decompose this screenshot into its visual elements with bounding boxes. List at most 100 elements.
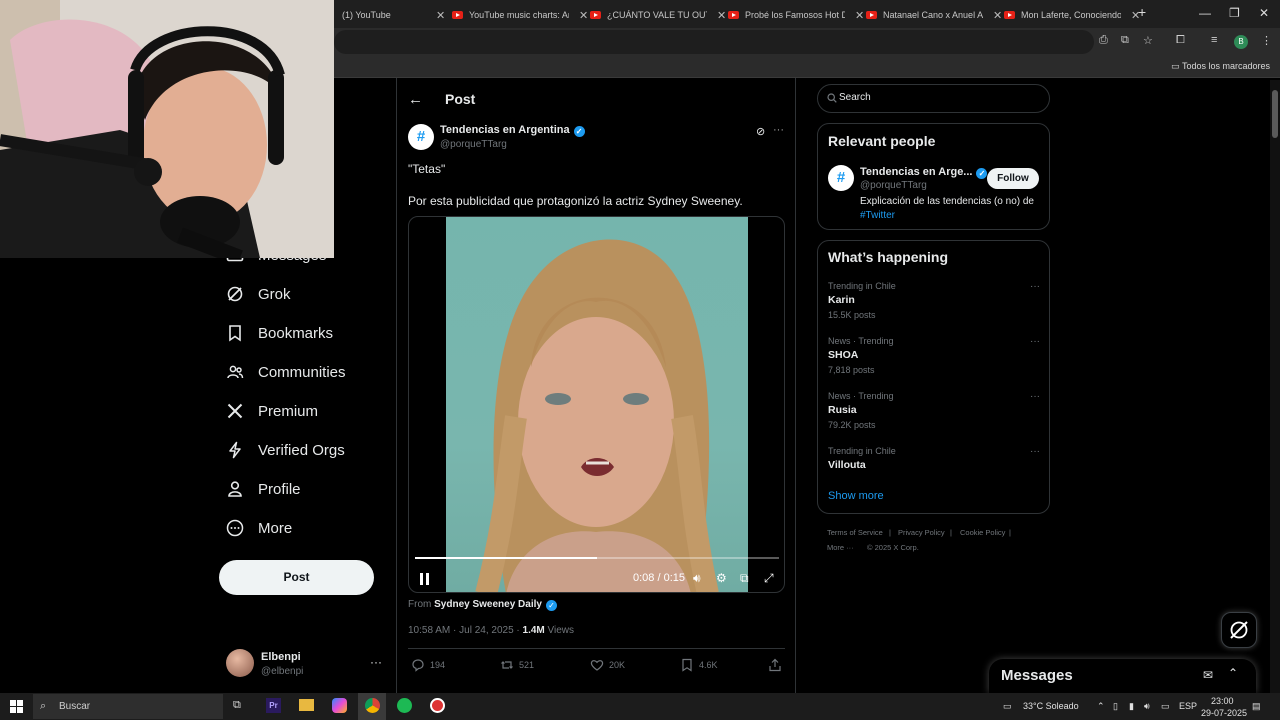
window-close-icon[interactable]: ✕ — [1259, 6, 1269, 20]
task-view-icon[interactable]: ⧉ — [233, 699, 241, 712]
author-handle[interactable]: @porqueTTarg — [440, 139, 507, 150]
trend-item[interactable]: Trending in Chile Karin 15.5K posts ··· — [828, 281, 1040, 320]
notifications-icon[interactable]: ▤ — [1252, 701, 1261, 712]
volume-icon[interactable]: 🔊︎ — [1144, 701, 1150, 712]
browser-tab[interactable]: ¿CUÁNTO VALE TU OUTF ✕ — [582, 4, 734, 26]
video-frame — [446, 217, 748, 592]
weather-icon[interactable]: ▭ — [1003, 701, 1012, 712]
restore-icon[interactable]: ❐ — [1229, 6, 1240, 20]
trend-name: Villouta — [828, 459, 866, 471]
nav-item-profile[interactable]: Profile — [226, 480, 301, 498]
terms-link[interactable]: Terms of Service — [827, 528, 883, 537]
post-text: Por esta publicidad que protagonizó la a… — [408, 194, 743, 208]
menu-kebab-icon[interactable]: ⋮ — [1261, 34, 1272, 47]
premiere-icon[interactable]: Pr — [266, 698, 281, 713]
fullscreen-icon[interactable]: ⤢ — [764, 571, 774, 586]
address-bar[interactable] — [334, 30, 1094, 54]
scrollbar-thumb[interactable] — [1272, 90, 1278, 138]
nav-item-grok[interactable]: Grok — [226, 285, 291, 303]
translate-icon[interactable]: ⧉ — [1121, 34, 1129, 47]
follow-button[interactable]: Follow — [987, 168, 1039, 189]
trend-more-icon[interactable]: ··· — [1030, 391, 1040, 402]
post-timestamp[interactable]: 10:58 AM · Jul 24, 2025 · — [408, 625, 520, 636]
trend-item[interactable]: News · Trending Rusia 79.2K posts ··· — [828, 391, 1040, 430]
language-indicator[interactable]: ESP — [1179, 701, 1197, 711]
reply-button[interactable]: 194 — [411, 658, 445, 672]
relevant-person-avatar[interactable]: # — [828, 165, 854, 191]
volume-icon[interactable]: 🔊︎ — [693, 571, 701, 586]
pause-icon[interactable] — [419, 573, 431, 585]
windows-start-icon[interactable] — [10, 700, 23, 713]
back-arrow-icon[interactable]: ← — [408, 91, 423, 108]
privacy-link[interactable]: Privacy Policy — [898, 528, 945, 537]
compose-post-button[interactable]: Post — [219, 560, 374, 595]
expand-up-icon[interactable]: ⌃ — [1228, 666, 1238, 680]
copilot-icon[interactable] — [332, 698, 347, 713]
author-name[interactable]: Tendencias en Argentina ✓ — [440, 124, 585, 137]
browser-tab[interactable]: Mon Laferte, Conociendo ✕ — [996, 4, 1148, 26]
verified-badge-icon: ✓ — [573, 126, 585, 137]
tab-label: YouTube music charts: Ar — [469, 10, 569, 20]
video-image — [475, 239, 719, 592]
trend-item[interactable]: Trending in Chile Villouta ··· — [828, 446, 1040, 475]
device-icon[interactable]: ▯ — [1113, 701, 1118, 712]
new-message-icon[interactable]: ✉ — [1203, 668, 1213, 682]
star-icon[interactable]: ☆ — [1143, 34, 1153, 47]
author-avatar[interactable]: # — [408, 124, 434, 150]
minimize-icon[interactable]: — — [1199, 6, 1211, 20]
grok-explain-icon[interactable]: ⊘ — [756, 125, 765, 138]
obs-icon[interactable] — [430, 698, 445, 713]
settings-gear-icon[interactable]: ⚙ — [716, 571, 727, 585]
install-icon[interactable]: ⎙ — [1099, 34, 1108, 47]
nav-item-verified-orgs[interactable]: Verified Orgs — [226, 441, 345, 459]
all-bookmarks[interactable]: ▭ Todos los marcadores — [1171, 61, 1270, 72]
avatar[interactable] — [226, 649, 254, 677]
footer-more-link[interactable]: More ··· — [827, 543, 854, 552]
picture-in-picture-icon[interactable]: ⧉ — [740, 571, 749, 586]
source-account-link[interactable]: Sydney Sweeney Daily — [434, 599, 542, 610]
video-progress-bar[interactable] — [415, 557, 779, 559]
like-button[interactable]: 20K — [590, 658, 625, 672]
spotify-icon[interactable] — [397, 698, 412, 713]
nav-item-communities[interactable]: Communities — [226, 363, 346, 381]
new-tab-icon[interactable]: + — [1138, 4, 1146, 20]
weather-text[interactable]: 33°C Soleado — [1023, 701, 1079, 711]
nav-item-premium[interactable]: Premium — [226, 402, 318, 420]
nav-item-more[interactable]: More — [226, 519, 292, 537]
media-icon[interactable]: ≡ — [1211, 34, 1217, 46]
hashtag-link[interactable]: #Twitter — [860, 210, 895, 221]
video-player[interactable]: 0:08 / 0:15 🔊︎ ⚙ ⧉ ⤢ — [408, 216, 785, 593]
relevant-person-name[interactable]: Tendencias en Arge... ✓ — [860, 166, 988, 179]
browser-tab[interactable]: Natanael Cano x Anuel A ✕ — [858, 4, 1010, 26]
cookie-link[interactable]: Cookie Policy — [960, 528, 1005, 537]
repost-button[interactable]: 521 — [500, 658, 534, 672]
trend-more-icon[interactable]: ··· — [1030, 281, 1040, 292]
trend-more-icon[interactable]: ··· — [1030, 446, 1040, 457]
browser-tab[interactable]: (1) YouTube ✕ — [334, 4, 453, 26]
post-metadata: 10:58 AM · Jul 24, 2025 · 1.4M Views — [408, 625, 574, 636]
post-more-icon[interactable]: ··· — [773, 124, 784, 136]
repost-icon — [501, 661, 513, 669]
browser-tab[interactable]: Probé los Famosos Hot D ✕ — [720, 4, 872, 26]
clock-date[interactable]: 29-07-2025 — [1201, 708, 1247, 718]
nav-item-bookmarks[interactable]: Bookmarks — [226, 324, 333, 342]
bookmark-button[interactable]: 4.6K — [680, 658, 718, 672]
extensions-icon[interactable]: ⧠ — [1176, 34, 1185, 47]
show-more-link[interactable]: Show more — [828, 490, 884, 502]
battery-icon[interactable]: ▮ — [1129, 701, 1134, 712]
clock-time[interactable]: 23:00 — [1211, 696, 1234, 706]
youtube-icon — [728, 11, 739, 19]
share-button[interactable] — [768, 658, 787, 672]
trend-more-icon[interactable]: ··· — [1030, 336, 1040, 347]
youtube-icon — [452, 11, 463, 19]
network-icon[interactable]: ▭ — [1161, 701, 1170, 712]
account-more-icon[interactable]: ··· — [370, 655, 382, 669]
profile-avatar[interactable]: B — [1234, 35, 1248, 49]
tray-chevron-icon[interactable]: ⌃ — [1097, 701, 1105, 712]
file-explorer-icon[interactable] — [299, 699, 314, 711]
chrome-icon[interactable] — [365, 698, 380, 713]
grok-button[interactable] — [1221, 612, 1257, 648]
trend-item[interactable]: News · Trending SHOA 7,818 posts ··· — [828, 336, 1040, 375]
browser-tab[interactable]: YouTube music charts: Ar ✕ — [444, 4, 596, 26]
scrollbar-track[interactable] — [1270, 80, 1280, 693]
